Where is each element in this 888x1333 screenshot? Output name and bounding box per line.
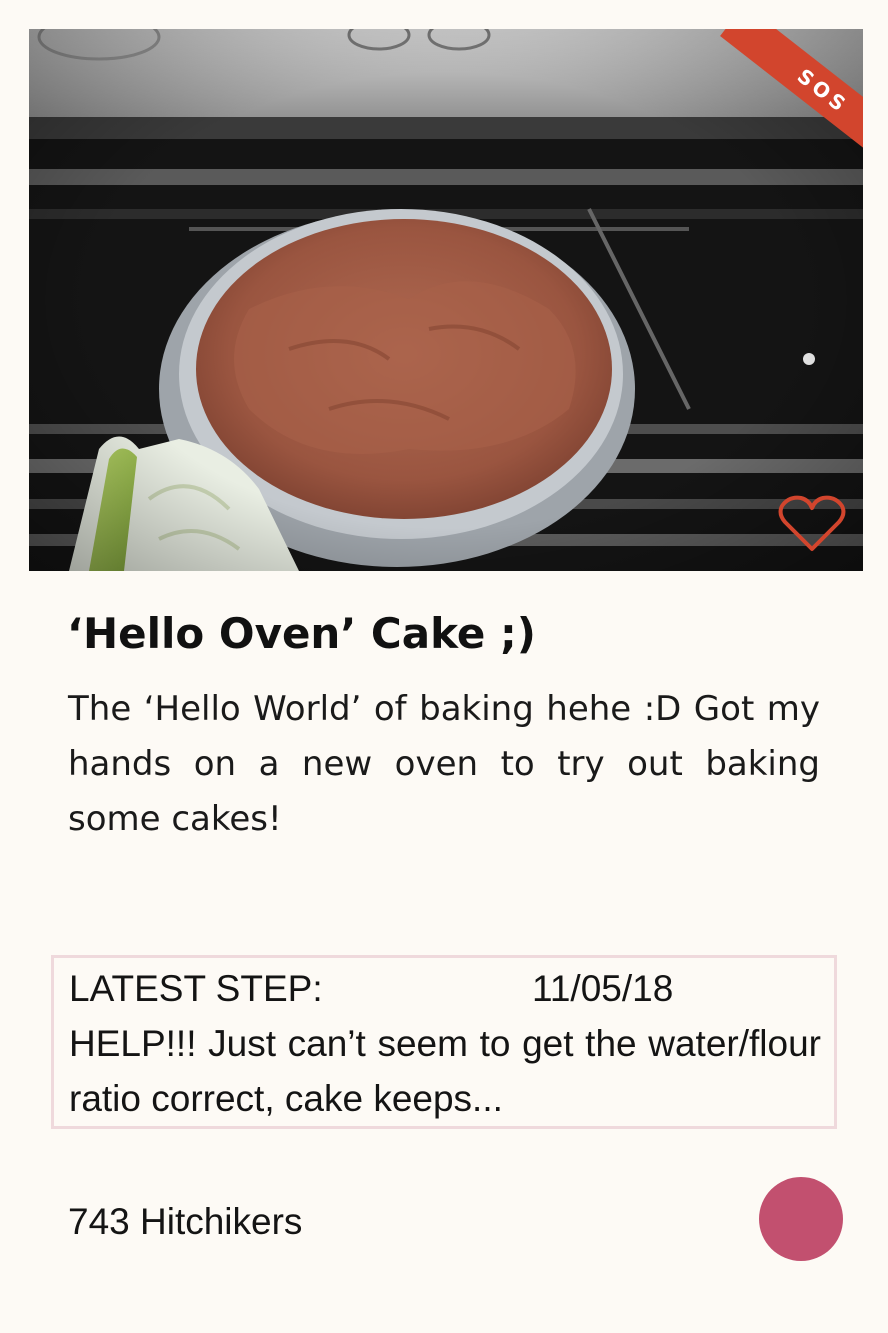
card-title: ‘Hello Oven’ Cake ;)	[67, 609, 536, 658]
hitchikers-count: 743 Hitchikers	[68, 1201, 303, 1242]
heart-icon[interactable]	[777, 494, 847, 554]
sos-badge: SOS	[720, 29, 863, 178]
sos-ribbon: SOS	[673, 29, 863, 179]
action-circle-button[interactable]	[759, 1177, 843, 1261]
latest-step-label: LATEST STEP:	[69, 968, 323, 1009]
latest-step-text: HELP!!! Just can’t seem to get the water…	[69, 1023, 821, 1119]
latest-step-box[interactable]: LATEST STEP: 11/05/18 HELP!!! Just can’t…	[51, 955, 837, 1129]
card-description: The ‘Hello World’ of baking hehe :D Got …	[68, 689, 820, 839]
cake-photo: SOS	[29, 29, 863, 571]
latest-step-date: 11/05/18	[532, 968, 674, 1009]
latest-step-header: LATEST STEP: 11/05/18	[69, 962, 819, 1016]
